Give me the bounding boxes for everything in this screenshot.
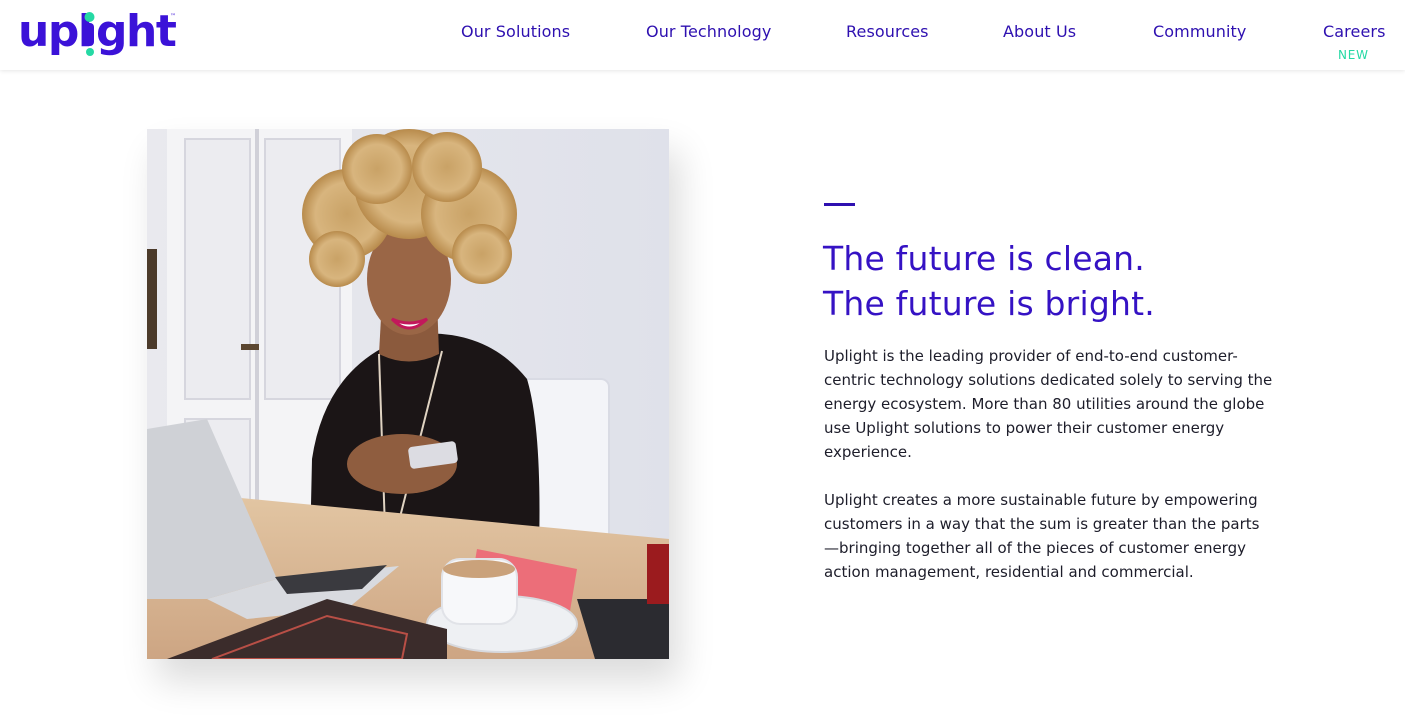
- nav-careers[interactable]: Careers: [1323, 22, 1386, 41]
- section-accent-dash: [824, 203, 855, 206]
- nav-our-solutions[interactable]: Our Solutions: [461, 22, 570, 41]
- nav-resources[interactable]: Resources: [846, 22, 929, 41]
- woman-using-phone-photo-icon: [147, 129, 669, 659]
- careers-new-badge: NEW: [1338, 48, 1369, 62]
- hero-headline: The future is clean. The future is brigh…: [823, 236, 1343, 326]
- nav-about-us[interactable]: About Us: [1003, 22, 1076, 41]
- main-navigation: Our Solutions Our Technology Resources A…: [0, 0, 1405, 70]
- headline-line-1: The future is clean.: [823, 239, 1145, 278]
- hero-photo: [147, 129, 669, 659]
- nav-community[interactable]: Community: [1153, 22, 1247, 41]
- hero-paragraph-1: Uplight is the leading provider of end-t…: [824, 347, 1273, 461]
- headline-line-2: The future is bright.: [823, 284, 1155, 323]
- site-header: upl ght ™ Our Solutions Our Technology R…: [0, 0, 1405, 70]
- nav-our-technology[interactable]: Our Technology: [646, 22, 771, 41]
- hero-paragraph-2: Uplight creates a more sustainable futur…: [824, 491, 1260, 581]
